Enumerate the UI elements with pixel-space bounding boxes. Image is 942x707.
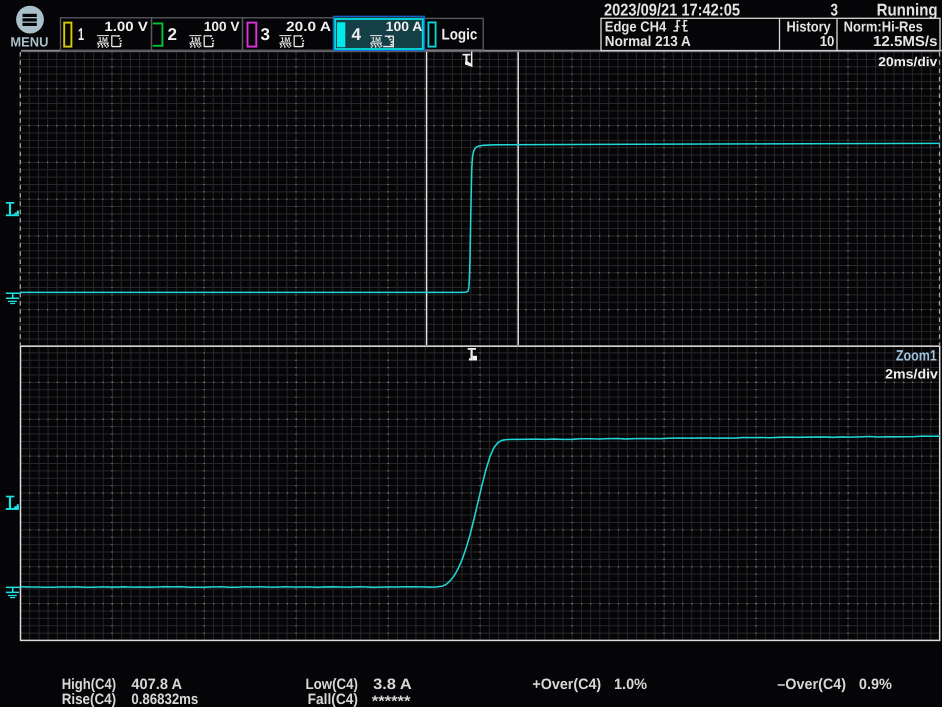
svg-text:3.8 A: 3.8 A xyxy=(373,676,412,693)
svg-text:******: ****** xyxy=(372,693,411,707)
svg-text:MENU: MENU xyxy=(10,34,48,49)
svg-text:0.86832ms: 0.86832ms xyxy=(131,691,198,707)
svg-text:+Over(C4): +Over(C4) xyxy=(532,676,601,693)
svg-text:3: 3 xyxy=(261,25,271,44)
svg-text:1.00 V: 1.00 V xyxy=(104,19,147,34)
svg-text:Zoom1: Zoom1 xyxy=(896,347,937,364)
svg-text:History: History xyxy=(787,19,831,35)
svg-text:100 V: 100 V xyxy=(204,19,240,34)
svg-text:10: 10 xyxy=(820,34,835,50)
svg-text:Running: Running xyxy=(877,1,938,20)
svg-text:2ms/div: 2ms/div xyxy=(885,367,938,382)
svg-text:20.0 A: 20.0 A xyxy=(286,19,331,34)
svg-text:Norm:Hi-Res: Norm:Hi-Res xyxy=(844,19,923,35)
svg-text:1.0%: 1.0% xyxy=(614,676,647,693)
svg-text:3: 3 xyxy=(831,1,839,20)
svg-text:Normal 213 A: Normal 213 A xyxy=(605,34,691,50)
svg-text:–Over(C4): –Over(C4) xyxy=(777,676,846,693)
svg-text:2: 2 xyxy=(168,25,178,44)
svg-text:Logic: Logic xyxy=(442,27,478,44)
svg-text:4: 4 xyxy=(352,25,362,44)
svg-text:Rise(C4): Rise(C4) xyxy=(62,691,116,707)
svg-text:100 A: 100 A xyxy=(386,19,423,34)
svg-text:1: 1 xyxy=(78,25,84,44)
svg-text:0.9%: 0.9% xyxy=(859,676,892,693)
svg-text:12.5MS/s: 12.5MS/s xyxy=(873,34,938,50)
svg-text:Edge CH4: Edge CH4 xyxy=(605,19,667,35)
svg-text:Fall(C4): Fall(C4) xyxy=(308,691,358,707)
svg-text:2023/09/21 17:42:05: 2023/09/21 17:42:05 xyxy=(604,1,740,20)
svg-text:20ms/div: 20ms/div xyxy=(878,54,938,69)
